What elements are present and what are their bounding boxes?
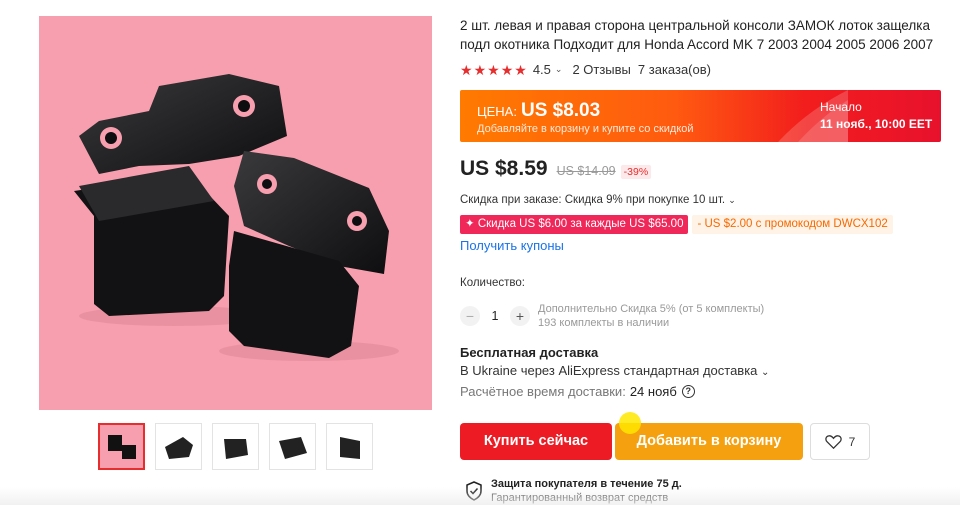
buy-now-button[interactable]: Купить сейчас [460,423,612,460]
promo-price: US $8.03 [520,100,601,121]
wishlist-button[interactable]: 7 [810,423,870,460]
rating-value[interactable]: 4.5 [533,62,551,77]
rating-stars: ★ ★ ★ ★ ★ [460,63,527,77]
shield-check-icon [466,481,482,501]
chevron-down-icon: ⌄ [728,195,736,205]
promo-price-label: ЦЕНА: [477,104,517,119]
heart-icon [824,435,842,449]
promo-code-coupon[interactable]: - US $2.00 с промокодом DWCX102 [692,215,893,234]
promo-banner: ЦЕНА: US $8.03 Добавляйте в корзину и ку… [460,90,941,142]
thumbnail-image [339,436,360,459]
thumbnail-image [223,438,248,459]
buyer-protection: Защита покупателя в течение 75 д. Гарант… [465,478,682,505]
promo-subtitle: Добавляйте в корзину и купите со скидкой [477,123,694,135]
order-discount[interactable]: Скидка при заказе: Скидка 9% при покупке… [460,194,736,206]
promo-start-date: 11 нояб., 10:00 EET [820,117,933,131]
console-latch-photo [74,74,399,361]
discount-badge: -39% [620,165,652,179]
stock-text: 193 комплекты в наличии [538,317,670,329]
shipping-method[interactable]: В Ukraine через AliExpress стандартная д… [460,363,769,378]
help-icon[interactable]: ? [681,385,695,398]
rating-row: ★ ★ ★ ★ ★ 4.5 ⌄ 2 Отзывы 7 заказа(ов) [460,62,711,77]
add-to-cart-button[interactable]: Добавить в корзину [615,423,803,460]
protection-subtitle: Гарантированный возврат средств [491,492,669,504]
chevron-down-icon[interactable]: ⌄ [555,64,563,75]
product-main-image[interactable] [39,16,432,410]
store-coupon[interactable]: ✦ Скидка US $6.00 за каждые US $65.00 [460,215,689,234]
wishlist-count: 7 [848,434,856,449]
thumbnail-4[interactable] [269,423,316,470]
quantity-label: Количество: [460,277,525,289]
thumbnail-2[interactable] [155,423,202,470]
quantity-info: Дополнительно Скидка 5% (от 5 комплекты)… [538,302,764,330]
delivery-time-value: 24 нояб [629,384,677,399]
coupon-row: ✦ Скидка US $6.00 за каждые US $65.00 - … [460,215,893,234]
price-row: US $8.59 US $14.09 -39% [460,157,652,181]
current-price: US $8.59 [460,157,548,180]
reviews-link[interactable]: 2 Отзывы [572,62,630,77]
chevron-down-icon: ⌄ [761,367,770,378]
quantity-value[interactable]: 1 [480,309,510,323]
quantity-stepper: − 1 + Дополнительно Скидка 5% (от 5 комп… [460,302,764,330]
thumbnail-image [107,434,136,459]
quantity-minus-button[interactable]: − [460,306,480,326]
protection-title: Защита покупателя в течение 75 д. [491,478,682,490]
promo-start-label: Начало [820,100,862,114]
thumbnail-strip [98,423,373,470]
extra-discount-text: Дополнительно Скидка 5% (от 5 комплекты) [538,303,765,315]
shipping-method-text: В Ukraine через AliExpress стандартная д… [460,363,758,378]
delivery-time: Расчётное время доставки: 24 нояб ? [460,384,695,399]
star-icon: ★ [473,61,487,78]
shipping-title: Бесплатная доставка [460,345,599,360]
thumbnail-1[interactable] [98,423,145,470]
star-icon: ★ [500,61,514,78]
promo-price-row: ЦЕНА: US $8.03 [477,100,600,122]
orders-count: 7 заказа(ов) [637,62,711,77]
cursor-highlight [619,412,641,434]
thumbnail-image [278,436,307,459]
thumbnail-image [164,436,193,459]
star-icon: ★ [487,61,500,78]
promo-start: Начало 11 нояб., 10:00 EET [820,99,932,133]
star-icon: ★ [460,61,473,78]
protection-text: Защита покупателя в течение 75 д. Гарант… [491,478,682,505]
star-icon: ★ [514,61,527,78]
order-discount-text: Скидка при заказе: Скидка 9% при покупке… [460,194,726,206]
thumbnail-5[interactable] [326,423,373,470]
product-title: 2 шт. левая и правая сторона центральной… [460,18,934,52]
old-price: US $14.09 [556,164,616,178]
get-coupons-link[interactable]: Получить купоны [460,238,564,253]
quantity-plus-button[interactable]: + [510,306,530,326]
thumbnail-3[interactable] [212,423,259,470]
delivery-time-label: Расчётное время доставки: [460,384,626,399]
